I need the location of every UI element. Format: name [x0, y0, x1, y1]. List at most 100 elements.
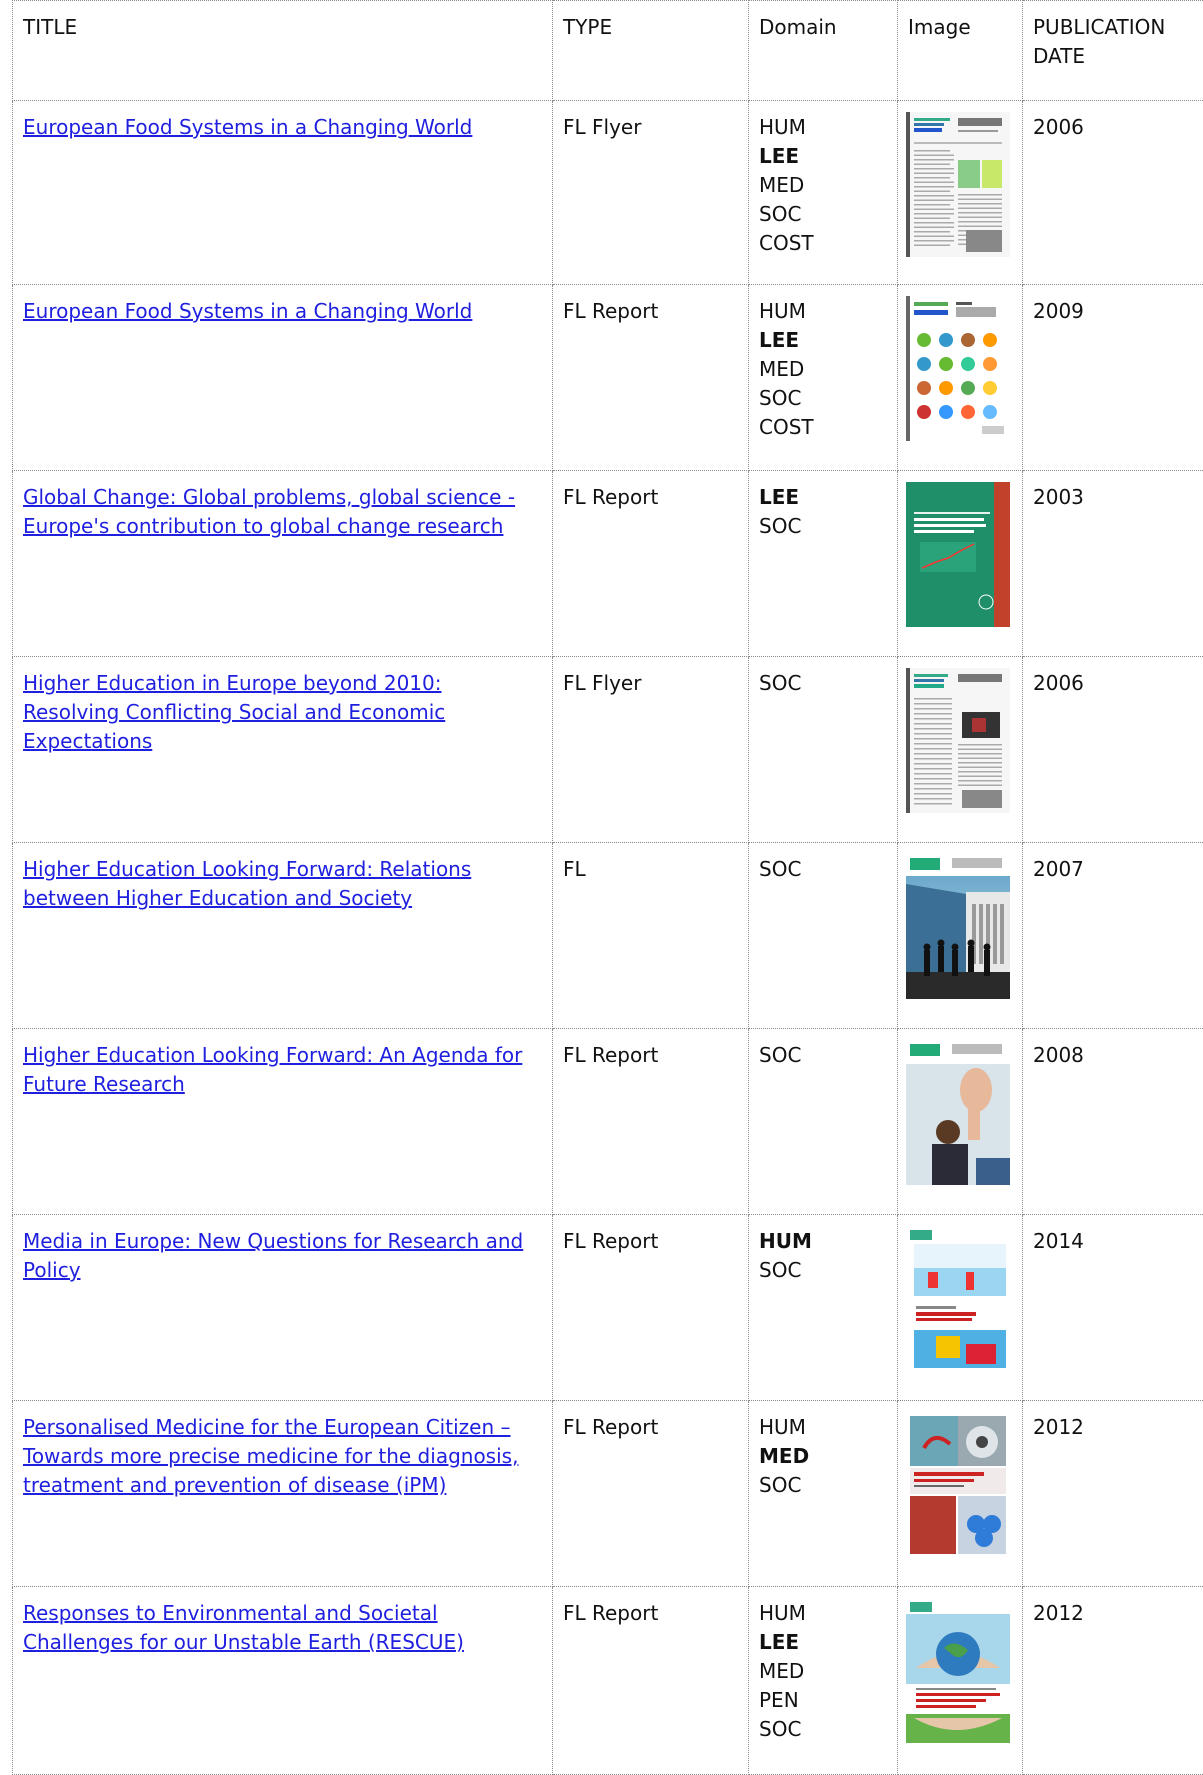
- cell-publication-date: 2006: [1023, 101, 1203, 285]
- publication-title-link[interactable]: Media in Europe: New Questions for Resea…: [23, 1229, 523, 1282]
- cover-media-collage: [906, 1226, 1010, 1371]
- report-cover-green-global-change: [906, 482, 1010, 627]
- domain-code: HUM: [759, 297, 887, 326]
- cell-title: European Food Systems in a Changing Worl…: [13, 285, 553, 471]
- cell-image: [898, 1401, 1023, 1587]
- table-row: Higher Education Looking Forward: An Age…: [13, 1029, 1203, 1215]
- cell-type: FL Flyer: [553, 657, 749, 843]
- cell-domain: HUMMEDSOC: [749, 1401, 898, 1587]
- header-publication-date: PUBLICATION DATE: [1023, 1, 1203, 101]
- cell-publication-date: 2014: [1023, 1215, 1203, 1401]
- domain-code: SOC: [759, 1715, 887, 1744]
- cell-type: FL Report: [553, 1215, 749, 1401]
- domain-code: COST: [759, 413, 887, 442]
- domain-code: HUM: [759, 1413, 887, 1442]
- cell-type: FL: [553, 843, 749, 1029]
- domain-code: SOC: [759, 1041, 887, 1070]
- cell-domain: HUMLEEMEDSOCCOST: [749, 285, 898, 471]
- domain-code: SOC: [759, 855, 887, 884]
- cell-publication-date: 2012: [1023, 1587, 1203, 1775]
- domain-code: LEE: [759, 483, 887, 512]
- domain-code: SOC: [759, 1471, 887, 1500]
- cell-domain: HUMSOC: [749, 1215, 898, 1401]
- cell-domain: LEESOC: [749, 471, 898, 657]
- publication-title-link[interactable]: Personalised Medicine for the European C…: [23, 1415, 518, 1497]
- cell-publication-date: 2009: [1023, 285, 1203, 471]
- header-type: TYPE: [553, 1, 749, 101]
- cell-title: Higher Education in Europe beyond 2010: …: [13, 657, 553, 843]
- cell-domain: SOC: [749, 843, 898, 1029]
- cell-title: European Food Systems in a Changing Worl…: [13, 101, 553, 285]
- publication-title-link[interactable]: European Food Systems in a Changing Worl…: [23, 115, 472, 139]
- cell-type: FL Flyer: [553, 101, 749, 285]
- cell-image: [898, 843, 1023, 1029]
- cell-domain: SOC: [749, 1029, 898, 1215]
- cell-publication-date: 2003: [1023, 471, 1203, 657]
- domain-code: COST: [759, 229, 887, 258]
- header-domain: Domain: [749, 1, 898, 101]
- cell-title: Higher Education Looking Forward: An Age…: [13, 1029, 553, 1215]
- publication-title-link[interactable]: Higher Education Looking Forward: Relati…: [23, 857, 471, 910]
- table-body: European Food Systems in a Changing Worl…: [13, 101, 1203, 1775]
- cover-personalised-medicine: [906, 1412, 1010, 1557]
- publication-title-link[interactable]: Higher Education Looking Forward: An Age…: [23, 1043, 522, 1096]
- domain-code: MED: [759, 1442, 887, 1471]
- header-title: TITLE: [13, 1, 553, 101]
- domain-code: LEE: [759, 1628, 887, 1657]
- domain-code: SOC: [759, 1256, 887, 1285]
- domain-code: LEE: [759, 326, 887, 355]
- cell-title: Personalised Medicine for the European C…: [13, 1401, 553, 1587]
- domain-code: SOC: [759, 384, 887, 413]
- domain-code: PEN: [759, 1686, 887, 1715]
- cell-image: [898, 101, 1023, 285]
- cell-type: FL Report: [553, 1587, 749, 1775]
- publication-title-link[interactable]: Global Change: Global problems, global s…: [23, 485, 515, 538]
- domain-code: HUM: [759, 113, 887, 142]
- publications-table: TITLE TYPE Domain Image PUBLICATION DATE…: [12, 0, 1203, 1775]
- cell-title: Media in Europe: New Questions for Resea…: [13, 1215, 553, 1401]
- domain-code: MED: [759, 355, 887, 384]
- cell-domain: HUMLEEMEDPENSOC: [749, 1587, 898, 1775]
- cell-type: FL Report: [553, 471, 749, 657]
- flyer-cover-food-systems: [906, 112, 1010, 257]
- table-row: Global Change: Global problems, global s…: [13, 471, 1203, 657]
- cover-building-silhouettes: [906, 854, 1010, 999]
- header-image: Image: [898, 1, 1023, 101]
- table-row: Personalised Medicine for the European C…: [13, 1401, 1203, 1587]
- cell-publication-date: 2012: [1023, 1401, 1203, 1587]
- publication-title-link[interactable]: Higher Education in Europe beyond 2010: …: [23, 671, 445, 753]
- report-cover-food-icons: [906, 296, 1010, 441]
- domain-code: SOC: [759, 200, 887, 229]
- domain-code: HUM: [759, 1599, 887, 1628]
- cell-image: [898, 285, 1023, 471]
- cell-publication-date: 2006: [1023, 657, 1203, 843]
- domain-code: LEE: [759, 142, 887, 171]
- table-header-row: TITLE TYPE Domain Image PUBLICATION DATE: [13, 1, 1203, 101]
- domain-code: MED: [759, 171, 887, 200]
- publication-title-link[interactable]: European Food Systems in a Changing Worl…: [23, 299, 472, 323]
- cell-type: FL Report: [553, 285, 749, 471]
- table-row: Higher Education in Europe beyond 2010: …: [13, 657, 1203, 843]
- table-row: Higher Education Looking Forward: Relati…: [13, 843, 1203, 1029]
- cell-publication-date: 2008: [1023, 1029, 1203, 1215]
- table-row: European Food Systems in a Changing Worl…: [13, 101, 1203, 285]
- cell-image: [898, 1215, 1023, 1401]
- publication-title-link[interactable]: Responses to Environmental and Societal …: [23, 1601, 464, 1654]
- cell-title: Global Change: Global problems, global s…: [13, 471, 553, 657]
- cell-image: [898, 471, 1023, 657]
- table-row: European Food Systems in a Changing Worl…: [13, 285, 1203, 471]
- cell-type: FL Report: [553, 1401, 749, 1587]
- table-row: Media in Europe: New Questions for Resea…: [13, 1215, 1203, 1401]
- cell-title: Responses to Environmental and Societal …: [13, 1587, 553, 1775]
- cell-publication-date: 2007: [1023, 843, 1203, 1029]
- flyer-cover-higher-education: [906, 668, 1010, 813]
- domain-code: SOC: [759, 512, 887, 541]
- cell-image: [898, 1029, 1023, 1215]
- table-row: Responses to Environmental and Societal …: [13, 1587, 1203, 1775]
- cell-title: Higher Education Looking Forward: Relati…: [13, 843, 553, 1029]
- cell-domain: HUMLEEMEDSOCCOST: [749, 101, 898, 285]
- cover-student-raised-hand: [906, 1040, 1010, 1185]
- cover-globe-hands: [906, 1598, 1010, 1743]
- cell-image: [898, 657, 1023, 843]
- domain-code: HUM: [759, 1227, 887, 1256]
